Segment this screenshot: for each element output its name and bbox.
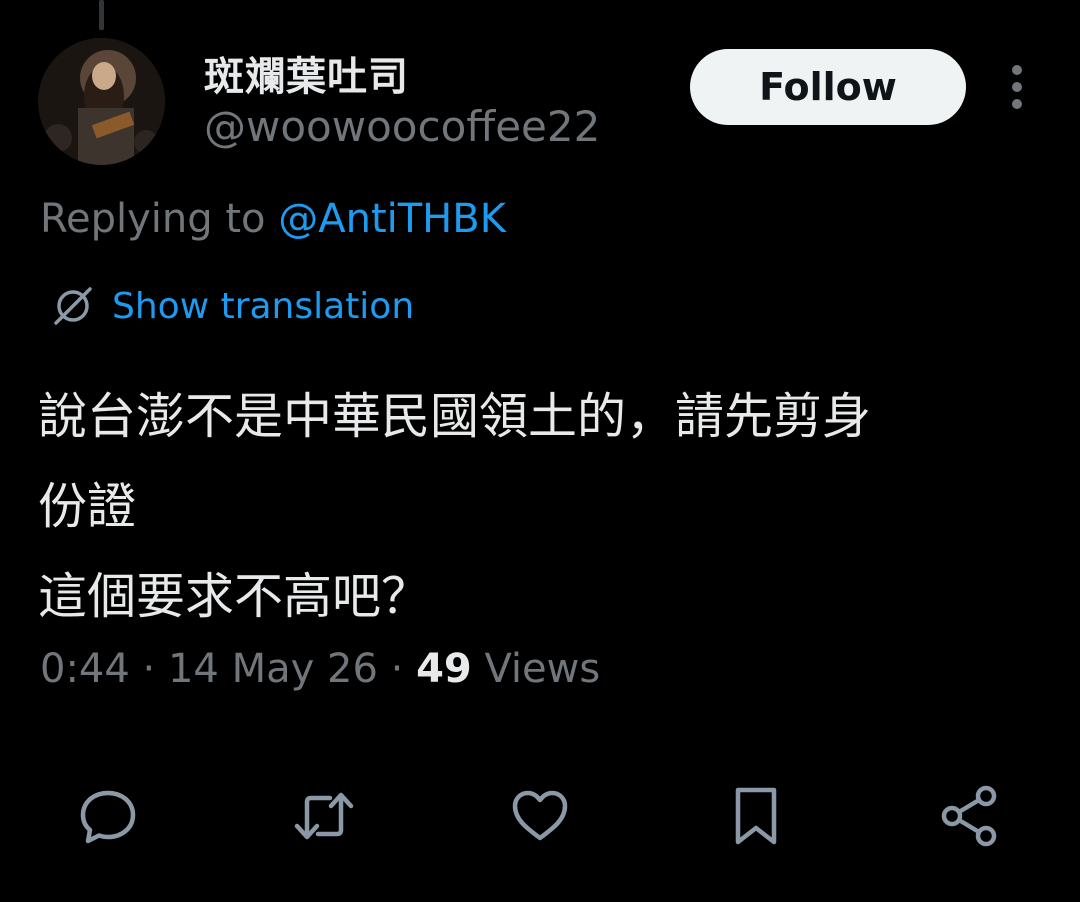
reply-button[interactable] [72, 780, 144, 852]
tweet-actions-bar [0, 780, 1080, 852]
views-label: Views [471, 646, 601, 692]
replying-to: Replying to @AntiTHBK [40, 196, 506, 242]
reply-icon [80, 790, 136, 844]
tweet-meta: 0:44 · 14 May 26 · 49 Views [40, 646, 600, 692]
show-translation-label: Show translation [112, 285, 415, 327]
bookmark-icon [735, 787, 777, 845]
retweet-icon [294, 792, 354, 840]
like-button[interactable] [504, 780, 576, 852]
replying-to-prefix: Replying to [40, 196, 279, 242]
meta-separator: · [129, 646, 168, 692]
follow-button[interactable]: Follow [690, 49, 966, 125]
tweet-date[interactable]: 14 May 26 [168, 646, 378, 692]
share-button[interactable] [934, 780, 1006, 852]
more-vertical-icon [1012, 65, 1022, 109]
share-icon [941, 785, 997, 847]
author-handle[interactable]: @woowoocoffee22 [204, 102, 600, 151]
replying-to-mention-link[interactable]: @AntiTHBK [278, 196, 506, 242]
bookmark-button[interactable] [720, 780, 792, 852]
heart-icon [512, 790, 568, 841]
avatar-photo [38, 38, 165, 165]
meta-separator: · [377, 646, 417, 692]
thread-connector-line [99, 0, 104, 30]
show-translation-link[interactable]: Show translation [50, 278, 414, 334]
globe-slash-icon [54, 287, 92, 325]
avatar[interactable] [38, 38, 165, 165]
views-count: 49 [416, 646, 472, 692]
tweet-time[interactable]: 0:44 [40, 646, 130, 692]
retweet-button[interactable] [288, 780, 360, 852]
author-display-name[interactable]: 斑斕葉吐司 [204, 44, 409, 102]
tweet-text: 說台澎不是中華民國領土的，請先剪身 份證 這個要求不高吧？ [38, 388, 872, 625]
more-options-button[interactable] [1000, 62, 1034, 112]
